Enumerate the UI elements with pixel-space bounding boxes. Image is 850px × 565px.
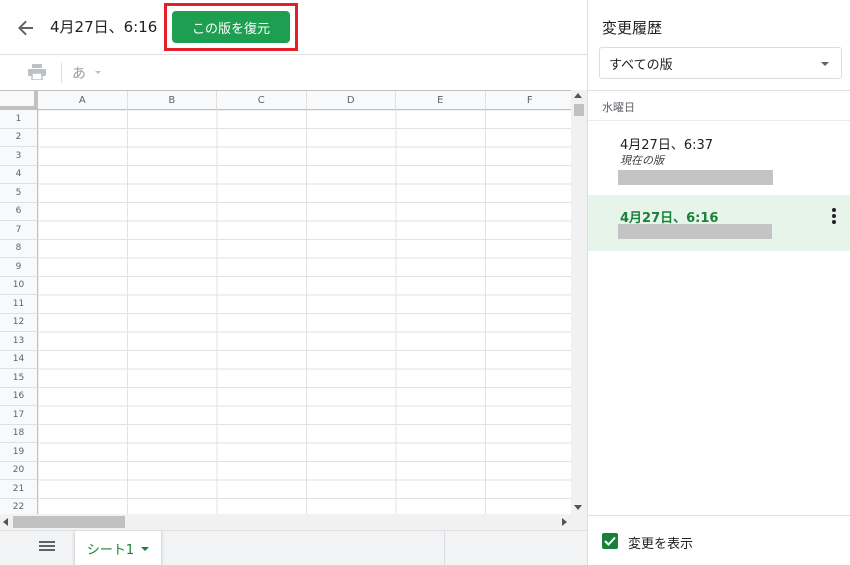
row-header[interactable]: 15 <box>0 369 38 388</box>
row-header[interactable]: 22 <box>0 498 38 514</box>
highlight-frame: この版を復元 <box>164 3 298 51</box>
row-header[interactable]: 9 <box>0 258 38 277</box>
row-header[interactable]: 3 <box>0 147 38 166</box>
row-header[interactable]: 13 <box>0 332 38 351</box>
day-group-label: 水曜日 <box>602 101 635 114</box>
redacted-author-bar <box>618 224 772 239</box>
version-history-screen: 4月27日、6:16 この版を復元 あ ABCDEF 1 2 3 4 5 6 7 8 9 10 11… <box>0 0 850 565</box>
divider <box>588 515 850 516</box>
column-header[interactable]: F <box>485 91 571 110</box>
scroll-left-icon[interactable] <box>3 518 8 526</box>
row-header[interactable]: 11 <box>0 295 38 314</box>
version-filter-value: すべての版 <box>609 57 673 73</box>
chevron-down-icon <box>141 546 150 551</box>
sheet-tab-bar: シート1 <box>0 530 587 565</box>
version-title: 4月27日、6:16 <box>50 18 158 36</box>
row-header[interactable]: 14 <box>0 350 38 369</box>
input-method-button[interactable]: あ <box>72 63 86 83</box>
column-header[interactable]: C <box>217 91 307 110</box>
column-header[interactable]: D <box>306 91 396 110</box>
row-header[interactable]: 17 <box>0 406 38 425</box>
row-header[interactable]: 1 <box>0 110 38 129</box>
row-header[interactable]: 6 <box>0 202 38 221</box>
row-header[interactable]: 7 <box>0 221 38 240</box>
more-vert-icon[interactable] <box>832 208 838 224</box>
scroll-corner <box>571 514 587 530</box>
vertical-scroll-thumb[interactable] <box>574 104 584 116</box>
all-sheets-menu-icon[interactable] <box>39 541 55 555</box>
divider <box>588 90 850 91</box>
check-icon <box>604 536 616 546</box>
panel-title: 変更履歴 <box>602 19 663 37</box>
tab-bar-divider <box>444 531 445 565</box>
version-subtitle: 現在の版 <box>620 154 664 167</box>
restore-version-button[interactable]: この版を復元 <box>172 11 290 43</box>
show-changes-checkbox[interactable] <box>602 533 618 549</box>
chevron-down-icon <box>821 62 829 66</box>
row-header[interactable]: 19 <box>0 443 38 462</box>
horizontal-scrollbar[interactable] <box>0 514 571 530</box>
scroll-right-icon[interactable] <box>562 518 567 526</box>
sheet-preview: 4月27日、6:16 この版を復元 あ ABCDEF 1 2 3 4 5 6 7 8 9 10 11… <box>0 0 587 565</box>
scroll-up-icon[interactable] <box>574 93 582 98</box>
print-icon[interactable] <box>28 64 46 80</box>
row-header[interactable]: 12 <box>0 313 38 332</box>
select-all-corner[interactable] <box>0 91 38 110</box>
row-header[interactable]: 20 <box>0 461 38 480</box>
row-header[interactable]: 2 <box>0 128 38 147</box>
show-changes-label: 変更を表示 <box>628 537 694 552</box>
toolbar: あ <box>0 56 587 90</box>
spreadsheet-grid: ABCDEF 1 2 3 4 5 6 7 8 9 10 11 12 13 14 15 16 17 18 19 20 21… <box>0 90 571 514</box>
column-header[interactable]: A <box>38 91 128 110</box>
toolbar-divider <box>61 63 62 83</box>
row-header[interactable]: 10 <box>0 276 38 295</box>
back-button[interactable] <box>12 14 40 42</box>
sheet-tab-active[interactable]: シート1 <box>74 531 162 565</box>
row-header[interactable]: 8 <box>0 239 38 258</box>
column-header[interactable]: E <box>396 91 486 110</box>
version-item-current[interactable]: 4月27日、6:37 現在の版 <box>588 121 850 193</box>
row-header[interactable]: 21 <box>0 480 38 499</box>
vertical-scrollbar[interactable] <box>571 90 587 514</box>
scroll-down-icon[interactable] <box>574 505 582 510</box>
row-header[interactable]: 5 <box>0 184 38 203</box>
row-header[interactable]: 4 <box>0 165 38 184</box>
arrow-back-icon <box>18 20 33 36</box>
sheet-tab-label: シート1 <box>86 543 135 558</box>
top-bar: 4月27日、6:16 この版を復元 <box>0 0 587 55</box>
chevron-down-icon <box>95 71 101 74</box>
row-header[interactable]: 18 <box>0 424 38 443</box>
version-time: 4月27日、6:37 <box>620 138 714 153</box>
redacted-author-bar <box>618 170 773 185</box>
horizontal-scroll-thumb[interactable] <box>13 516 125 528</box>
version-filter-select[interactable]: すべての版 <box>599 47 842 79</box>
version-history-panel: 変更履歴 すべての版 水曜日 4月27日、6:37 現在の版 4月27日、6:1… <box>587 0 850 565</box>
version-item-selected[interactable]: 4月27日、6:16 <box>588 195 850 251</box>
cell-area[interactable] <box>38 110 571 514</box>
row-header[interactable]: 16 <box>0 387 38 406</box>
column-header[interactable]: B <box>127 91 217 110</box>
